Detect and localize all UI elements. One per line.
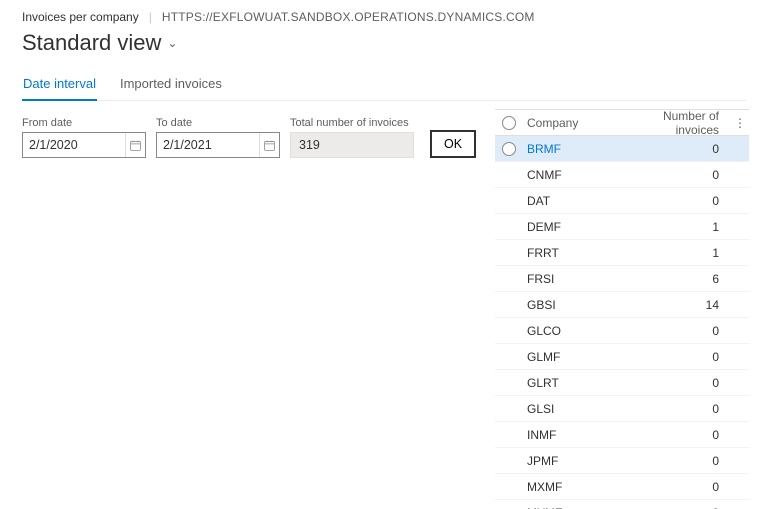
tab-bar: Date interval Imported invoices	[22, 70, 746, 101]
col-header-count[interactable]: Number of invoices	[627, 109, 731, 137]
row-company: BRMF	[523, 142, 627, 156]
row-count: 0	[627, 324, 731, 338]
grid-body[interactable]: BRMF0CNMF0DAT0DEMF1FRRT1FRSI6GBSI14GLCO0…	[495, 136, 749, 509]
table-row[interactable]: GLRT0	[495, 370, 749, 396]
calendar-icon[interactable]	[259, 133, 279, 157]
row-select[interactable]	[495, 194, 523, 208]
row-count: 0	[627, 480, 731, 494]
row-count: 0	[627, 168, 731, 182]
total-field: Total number of invoices 319	[290, 117, 414, 158]
table-row[interactable]: GLMF0	[495, 344, 749, 370]
row-count: 0	[627, 142, 731, 156]
row-select[interactable]	[495, 376, 523, 390]
row-company: FRRT	[523, 246, 627, 260]
row-select[interactable]	[495, 168, 523, 182]
table-row[interactable]: DAT0	[495, 188, 749, 214]
to-date-input[interactable]	[157, 133, 259, 157]
row-select[interactable]	[495, 220, 523, 234]
row-company: INMF	[523, 428, 627, 442]
breadcrumb-separator: |	[149, 10, 152, 24]
row-company: DAT	[523, 194, 627, 208]
table-row[interactable]: GLCO0	[495, 318, 749, 344]
row-company: JPMF	[523, 454, 627, 468]
row-select[interactable]	[495, 246, 523, 260]
to-date-wrap[interactable]	[156, 132, 280, 158]
from-date-wrap[interactable]	[22, 132, 146, 158]
row-count: 0	[627, 454, 731, 468]
row-select[interactable]	[495, 324, 523, 338]
row-company: GBSI	[523, 298, 627, 312]
tab-date-interval[interactable]: Date interval	[22, 70, 97, 101]
grid-header: Company Number of invoices ⋮	[495, 110, 749, 136]
row-company: GLSI	[523, 402, 627, 416]
table-row[interactable]: CNMF0	[495, 162, 749, 188]
calendar-icon[interactable]	[125, 133, 145, 157]
row-count: 1	[627, 220, 731, 234]
row-company: DEMF	[523, 220, 627, 234]
table-row[interactable]: BRMF0	[495, 136, 749, 162]
row-count: 14	[627, 298, 731, 312]
view-title[interactable]: Standard view ⌄	[22, 30, 746, 56]
table-row[interactable]: MYMF0	[495, 500, 749, 509]
table-row[interactable]: INMF0	[495, 422, 749, 448]
chevron-down-icon: ⌄	[167, 36, 177, 50]
company-grid: Company Number of invoices ⋮ BRMF0CNMF0D…	[495, 109, 749, 509]
row-count: 6	[627, 272, 731, 286]
row-company: FRSI	[523, 272, 627, 286]
row-select[interactable]	[495, 142, 523, 156]
row-company: GLCO	[523, 324, 627, 338]
view-title-text: Standard view	[22, 30, 161, 56]
row-count: 0	[627, 350, 731, 364]
table-row[interactable]: GBSI14	[495, 292, 749, 318]
row-count: 1	[627, 246, 731, 260]
from-date-input[interactable]	[23, 133, 125, 157]
row-company: GLRT	[523, 376, 627, 390]
breadcrumb-title: Invoices per company	[22, 10, 139, 24]
table-row[interactable]: JPMF0	[495, 448, 749, 474]
row-company: GLMF	[523, 350, 627, 364]
breadcrumb-url: HTTPS://EXFLOWUAT.SANDBOX.OPERATIONS.DYN…	[162, 10, 535, 24]
table-row[interactable]: FRRT1	[495, 240, 749, 266]
from-date-field: From date	[22, 117, 146, 158]
row-select[interactable]	[495, 454, 523, 468]
grid-menu-icon[interactable]: ⋮	[731, 116, 749, 130]
row-select[interactable]	[495, 506, 523, 509]
total-label: Total number of invoices	[290, 117, 414, 129]
ok-button[interactable]: OK	[430, 130, 476, 158]
table-row[interactable]: MXMF0	[495, 474, 749, 500]
table-row[interactable]: DEMF1	[495, 214, 749, 240]
row-select[interactable]	[495, 272, 523, 286]
row-count: 0	[627, 376, 731, 390]
table-row[interactable]: GLSI0	[495, 396, 749, 422]
total-value: 319	[290, 132, 414, 158]
row-select[interactable]	[495, 350, 523, 364]
col-header-company[interactable]: Company	[523, 116, 627, 130]
row-company: CNMF	[523, 168, 627, 182]
row-company: MXMF	[523, 480, 627, 494]
row-select[interactable]	[495, 428, 523, 442]
to-date-field: To date	[156, 117, 280, 158]
row-count: 0	[627, 402, 731, 416]
table-row[interactable]: FRSI6	[495, 266, 749, 292]
to-date-label: To date	[156, 117, 280, 129]
row-select[interactable]	[495, 480, 523, 494]
row-count: 0	[627, 194, 731, 208]
select-all-radio[interactable]	[495, 116, 523, 130]
row-count: 0	[627, 428, 731, 442]
breadcrumb: Invoices per company | HTTPS://EXFLOWUAT…	[22, 10, 746, 24]
from-date-label: From date	[22, 117, 146, 129]
row-select[interactable]	[495, 402, 523, 416]
row-count: 0	[627, 506, 731, 509]
row-company: MYMF	[523, 506, 627, 509]
row-select[interactable]	[495, 298, 523, 312]
tab-imported-invoices[interactable]: Imported invoices	[119, 70, 223, 101]
